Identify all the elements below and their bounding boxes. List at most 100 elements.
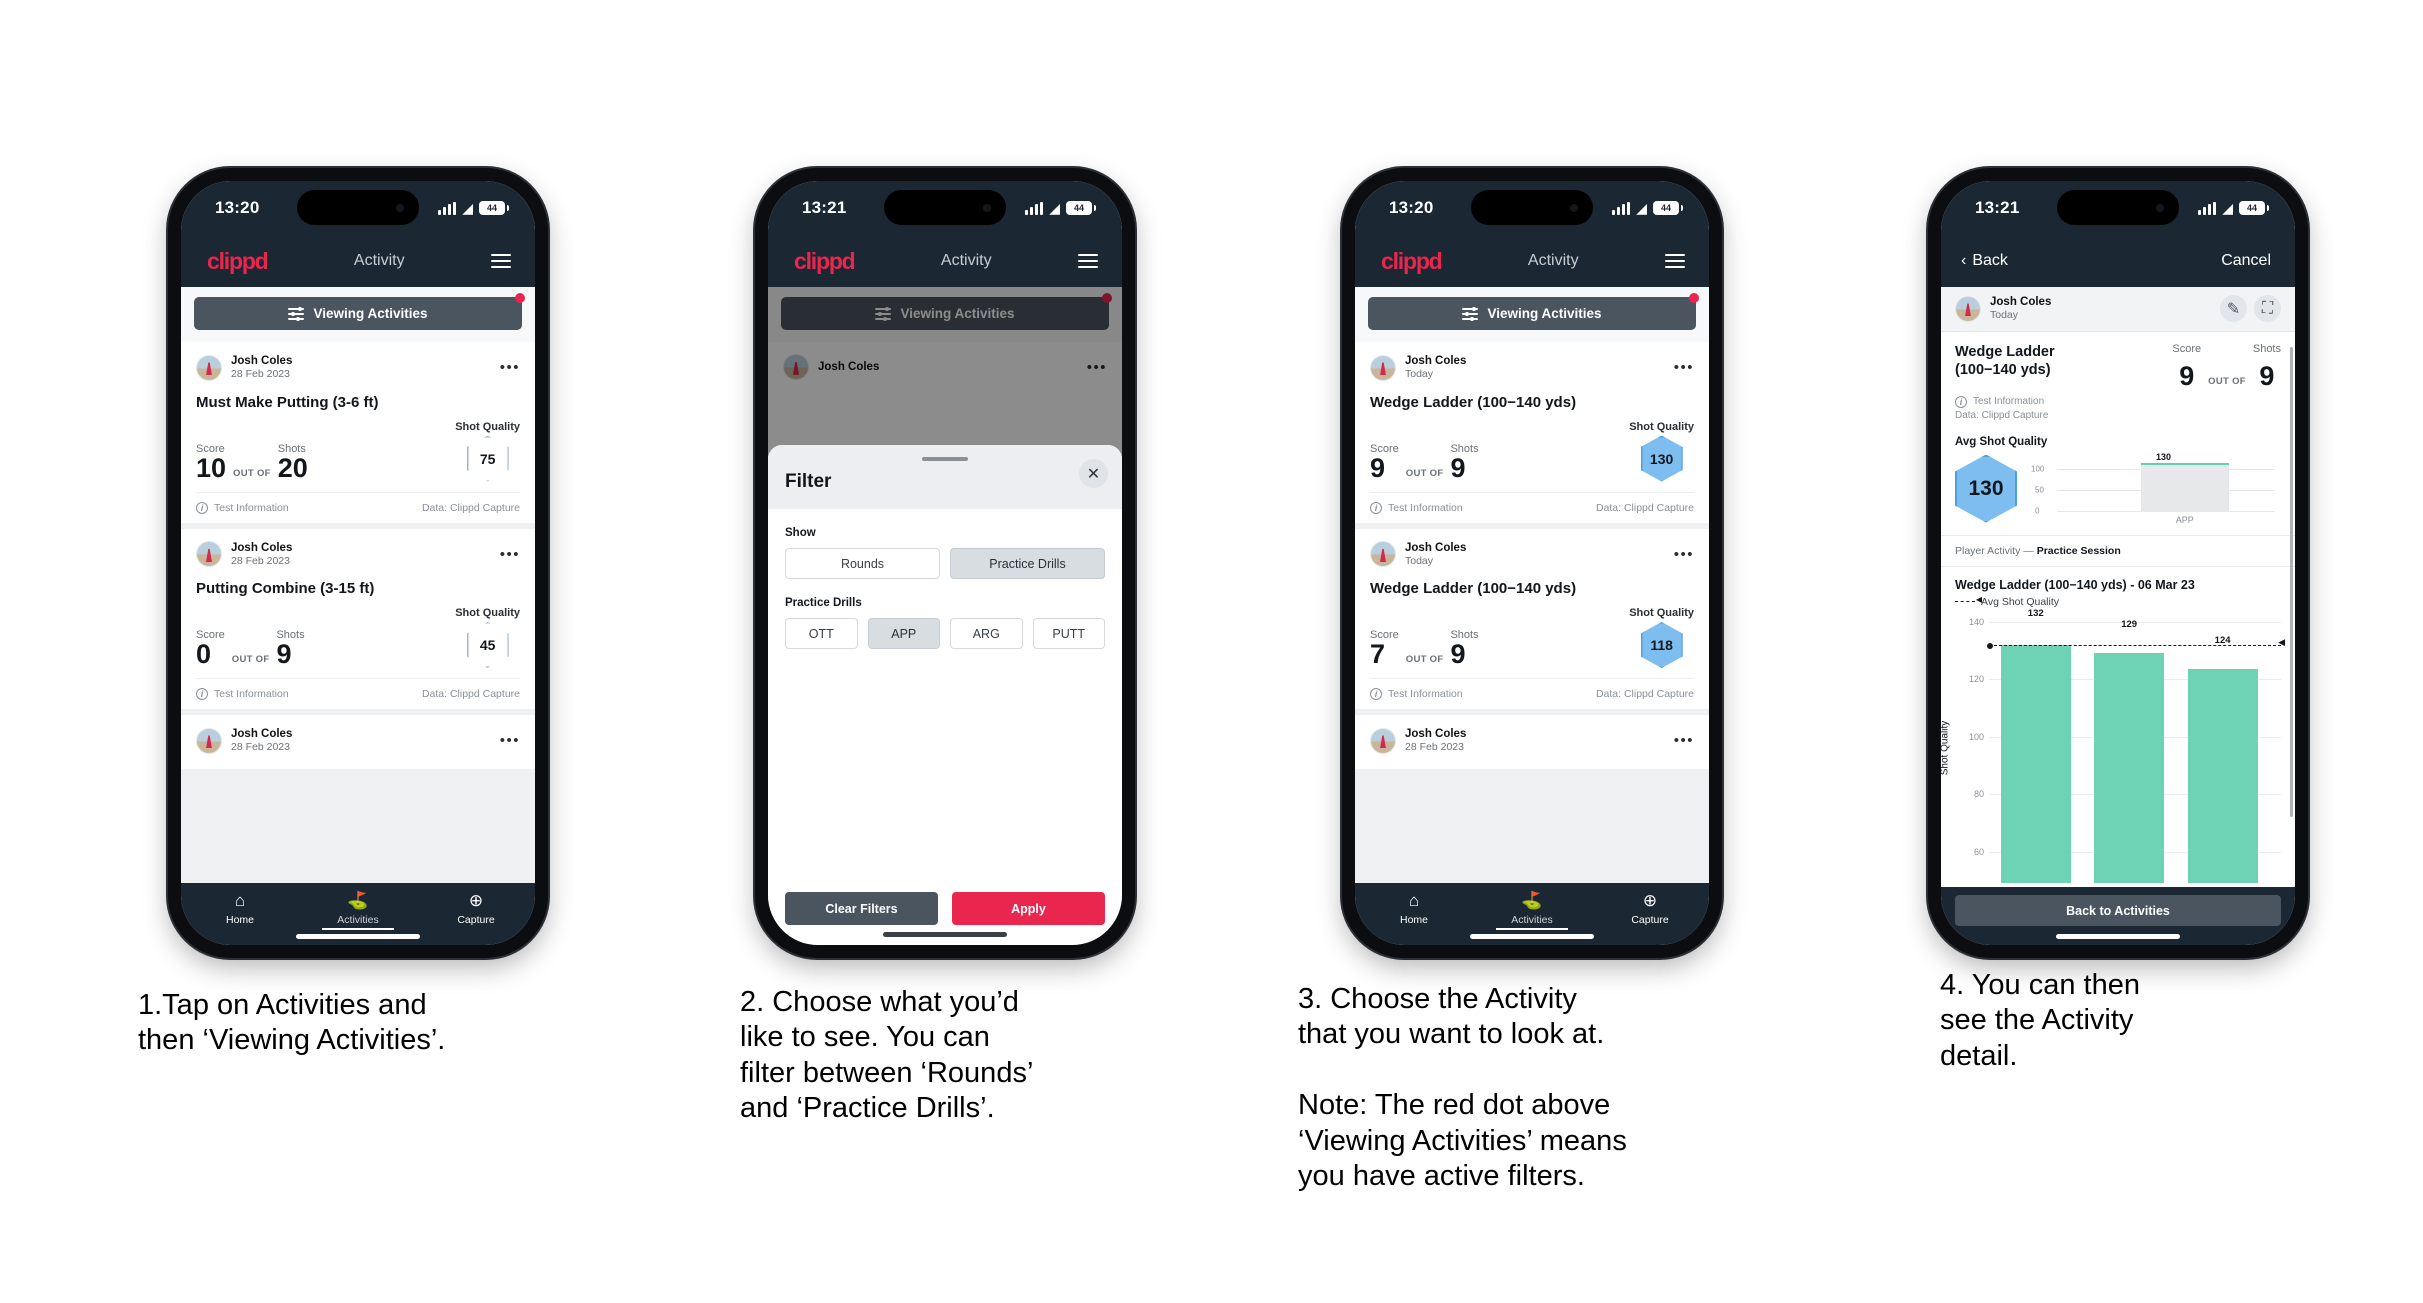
test-information-label: Test Information <box>214 501 289 514</box>
clippd-logo: clippd <box>1381 247 1443 274</box>
test-information[interactable]: i Test Information <box>196 501 289 514</box>
test-information[interactable]: i Test Information <box>196 688 289 700</box>
activity-title: Putting Combine (3-15 ft) <box>196 580 375 597</box>
activity-card[interactable]: Josh Coles 28 Feb 2023 ••• Must Make Put… <box>181 342 535 523</box>
avg-shot-quality-block: Avg Shot Quality 130 0 50 100 130 APP <box>1941 430 2295 536</box>
back-to-activities-button[interactable]: Back to Activities <box>1955 895 2281 926</box>
expand-icon[interactable]: ⛶ <box>2254 295 2281 323</box>
avatar <box>1370 727 1396 754</box>
shots-label: Shots <box>2252 342 2281 355</box>
card-menu-icon[interactable]: ••• <box>500 733 520 748</box>
card-menu-icon[interactable]: ••• <box>1674 360 1694 375</box>
chip-app[interactable]: APP <box>867 618 940 649</box>
tab-capture[interactable]: ⊕ Capture <box>1614 891 1686 926</box>
sheet-footer: Clear Filters Apply <box>768 892 1122 945</box>
data-source-label: Data: Clippd Capture <box>421 688 520 700</box>
score-block: Score 9 <box>2172 343 2201 390</box>
activity-card-partial[interactable]: Josh Coles 28 Feb 2023 ••• <box>1355 715 1709 769</box>
tab-capture-label: Capture <box>457 914 495 926</box>
tab-home-label: Home <box>1399 914 1428 926</box>
sliders-icon <box>1462 306 1479 321</box>
out-of-label: OUT OF <box>231 654 270 665</box>
signal-bars-icon <box>1612 201 1631 215</box>
card-menu-icon[interactable]: ••• <box>500 360 520 375</box>
score-value: 9 <box>2179 360 2195 391</box>
wifi-icon: ◢ <box>462 200 473 216</box>
clear-filters-button[interactable]: Clear Filters <box>785 892 938 925</box>
hamburger-menu-icon[interactable] <box>1077 254 1098 268</box>
battery-icon: 44 <box>1653 201 1683 215</box>
bar-1-value: 132 <box>2027 608 2044 620</box>
chip-rounds[interactable]: Rounds <box>785 548 940 579</box>
page-title: Activity <box>353 252 405 269</box>
hamburger-menu-icon[interactable] <box>490 254 511 268</box>
status-bar: 13:20 ◢ 44 <box>1355 181 1709 235</box>
activity-card[interactable]: Josh Coles 28 Feb 2023 ••• Putting Combi… <box>181 528 535 709</box>
phone-3-filtered-list: 13:20 ◢ 44 clippd Activity Viewing Activ… <box>1342 168 1722 958</box>
back-button[interactable]: ‹ Back <box>1961 252 2008 270</box>
dynamic-island <box>1471 190 1593 225</box>
test-information[interactable]: i Test Information <box>1370 501 1463 514</box>
cancel-button[interactable]: Cancel <box>2221 252 2271 270</box>
sheet-grabber[interactable] <box>922 457 968 461</box>
score-block: Score 10 <box>196 443 226 482</box>
shots-value: 20 <box>277 452 308 483</box>
tab-activities[interactable]: ⛳ Activities <box>322 891 394 930</box>
avatar <box>196 541 222 568</box>
signal-bars-icon <box>438 201 457 215</box>
avatar <box>196 354 222 381</box>
card-footer: i Test Information Data: Clippd Capture <box>196 678 520 709</box>
test-information-label: Test Information <box>214 688 289 700</box>
tab-capture[interactable]: ⊕ Capture <box>440 891 512 926</box>
activity-date: Today <box>1990 309 2019 322</box>
close-icon[interactable]: ✕ <box>1079 459 1108 488</box>
viewing-activities-button[interactable]: Viewing Activities <box>1368 297 1696 330</box>
activity-card[interactable]: Josh Coles Today ••• Wedge Ladder (100−1… <box>1355 342 1709 523</box>
avatar <box>1370 354 1396 381</box>
card-header: Josh Coles 28 Feb 2023 ••• <box>196 541 520 569</box>
shots-value: 9 <box>2259 360 2275 391</box>
tab-home[interactable]: ⌂ Home <box>1378 891 1450 926</box>
card-stats: Score 10 OUT OF Shots 20 Shot Quality 75 <box>196 421 520 492</box>
phone-2-screen: 13:21 ◢ 44 clippd Activity Viewing Activ… <box>768 181 1122 945</box>
chip-putt[interactable]: PUTT <box>1032 618 1105 649</box>
activity-feed[interactable]: Josh Coles 28 Feb 2023 ••• Must Make Put… <box>181 342 535 883</box>
tab-home[interactable]: ⌂ Home <box>204 891 276 926</box>
phone-2-body: Viewing Activities Josh Coles ••• Filter… <box>768 287 1122 945</box>
home-indicator <box>2056 934 2180 939</box>
hamburger-menu-icon[interactable] <box>1664 254 1685 268</box>
phone-4-activity-detail: 13:21 ◢ 44 ‹ Back Cancel Josh Coles Toda… <box>1928 168 2308 958</box>
chip-arg[interactable]: ARG <box>950 618 1023 649</box>
chip-ott[interactable]: OTT <box>785 618 858 649</box>
caption-step-1: 1.Tap on Activities and then ‘Viewing Ac… <box>138 989 446 1057</box>
card-menu-icon[interactable]: ••• <box>500 547 520 562</box>
mini-ytick-50: 50 <box>2035 485 2044 495</box>
shot-quality-label: Shot Quality <box>455 607 520 619</box>
chip-practice-drills[interactable]: Practice Drills <box>950 548 1105 579</box>
card-footer: i Test Information Data: Clippd Capture <box>1370 678 1694 709</box>
apply-button[interactable]: Apply <box>952 892 1105 925</box>
scrollbar[interactable] <box>2290 347 2293 817</box>
activity-date: Today <box>1405 554 1434 567</box>
app-bar: clippd Activity <box>768 235 1122 287</box>
avatar <box>1370 541 1396 568</box>
test-information[interactable]: i Test Information <box>1941 395 2295 410</box>
pencil-icon[interactable]: ✎ <box>2220 295 2247 323</box>
card-menu-icon[interactable]: ••• <box>1674 547 1694 562</box>
detail-user-row: Josh Coles Today ✎ ⛶ <box>1941 287 2295 332</box>
activity-card[interactable]: Josh Coles Today ••• Wedge Ladder (100−1… <box>1355 528 1709 709</box>
bar-1 <box>2000 645 2071 883</box>
status-time: 13:21 <box>802 198 847 217</box>
viewing-activities-button[interactable]: Viewing Activities <box>194 297 522 330</box>
shots-block: Shots 9 <box>1450 629 1478 668</box>
activity-card-partial[interactable]: Josh Coles 28 Feb 2023 ••• <box>181 715 535 769</box>
test-information[interactable]: i Test Information <box>1370 688 1463 700</box>
user-name: Josh Coles <box>231 541 293 554</box>
section-bold: Practice Session <box>2036 544 2121 557</box>
shots-block: Shots 9 <box>1450 443 1478 482</box>
card-menu-icon[interactable]: ••• <box>1674 733 1694 748</box>
avg-shot-quality-mini-chart: 0 50 100 130 APP <box>2031 452 2281 525</box>
activity-feed[interactable]: Josh Coles Today ••• Wedge Ladder (100−1… <box>1355 342 1709 883</box>
tab-activities[interactable]: ⛳ Activities <box>1496 891 1568 930</box>
bottom-tab-bar: ⌂ Home ⛳ Activities ⊕ Capture <box>181 883 535 945</box>
